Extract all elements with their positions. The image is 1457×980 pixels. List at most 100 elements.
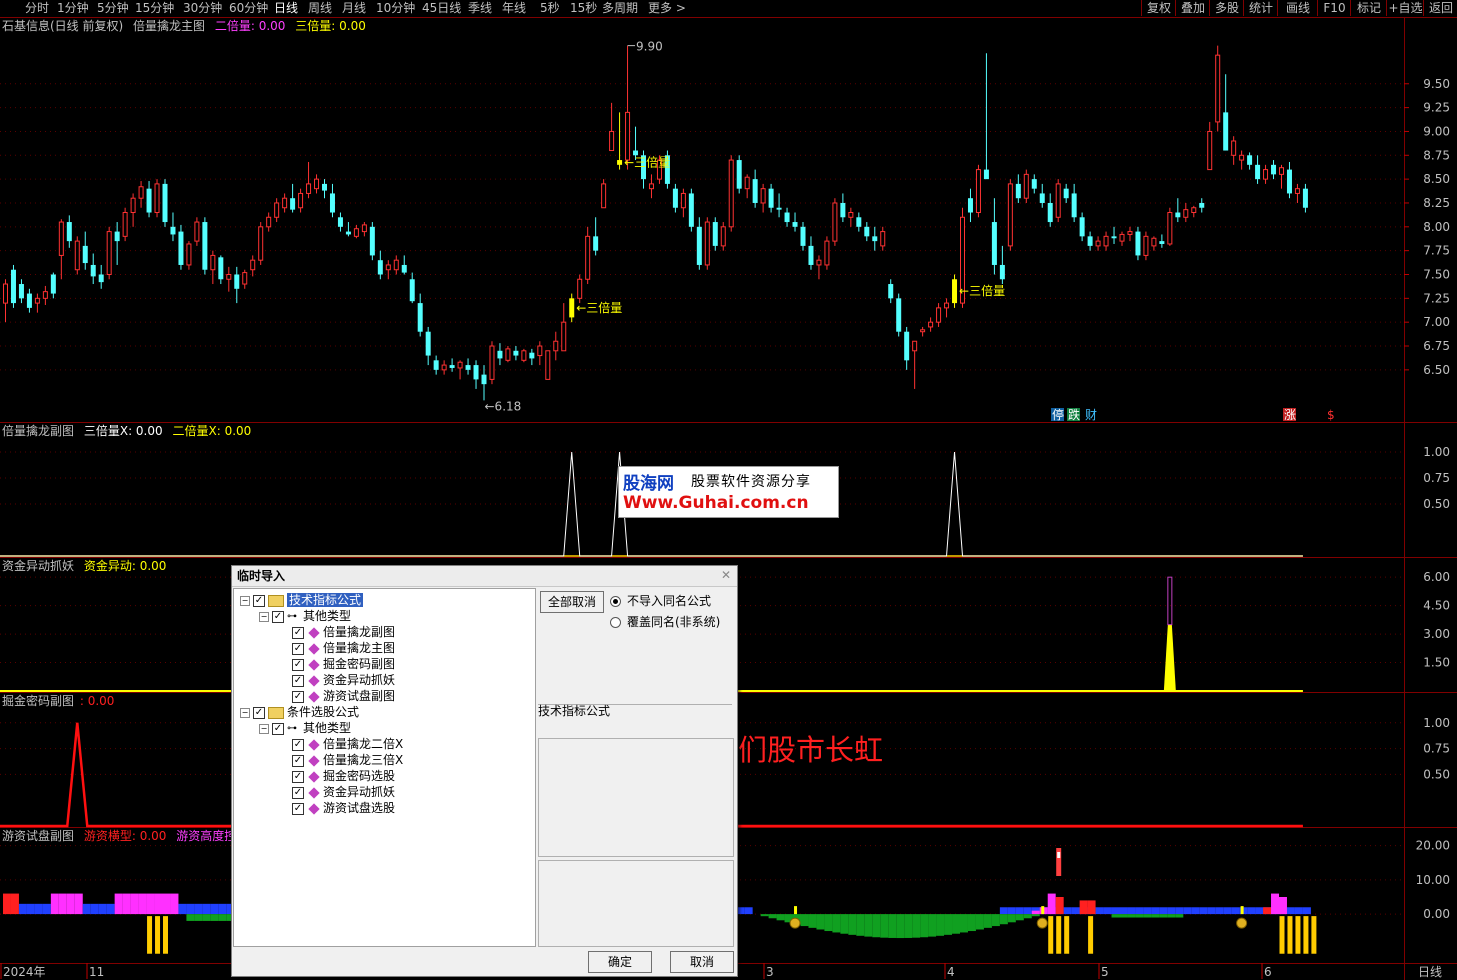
indicator-name[interactable]: 倍量擒龙主图	[133, 19, 205, 33]
period-10[interactable]: 45日线	[422, 0, 461, 16]
checkbox-icon[interactable]: ✓	[292, 738, 304, 751]
tree-node-11[interactable]: ✓ 掘金密码选股	[278, 768, 395, 784]
checkbox-icon[interactable]: ✓	[272, 722, 284, 735]
ok-button[interactable]: 确定	[588, 951, 652, 973]
p5-neg-141	[1127, 914, 1136, 918]
tree-node-3[interactable]: ✓ 倍量擒龙主图	[278, 640, 395, 656]
p5-bar-125	[999, 907, 1008, 915]
tree-node-9[interactable]: ✓ 倍量擒龙二倍X	[278, 736, 403, 752]
collapse-icon[interactable]: −	[259, 611, 269, 622]
formula-icon	[308, 738, 320, 751]
checkbox-icon[interactable]: ✓	[292, 770, 304, 783]
checkbox-icon[interactable]: ✓	[292, 786, 304, 799]
tree-node-10[interactable]: ✓ 倍量擒龙三倍X	[278, 752, 403, 768]
candle-body-6	[50, 274, 56, 294]
p5-bar-161	[1286, 907, 1295, 915]
dialog-titlebar[interactable]: 临时导入 ✕	[232, 566, 737, 587]
period-15[interactable]: 多周期	[602, 0, 638, 16]
checkbox-icon[interactable]: ✓	[292, 674, 304, 687]
candle-body-144	[1151, 237, 1157, 247]
period-8[interactable]: 月线	[342, 0, 366, 16]
toolbar-button-0[interactable]: 复权	[1141, 0, 1176, 16]
p5-name[interactable]: 游资试盘副图	[2, 829, 74, 843]
p5-hot-6	[1263, 907, 1272, 915]
checkbox-icon[interactable]: ✓	[292, 642, 304, 655]
tree-node-4[interactable]: ✓ 掘金密码副图	[278, 656, 395, 672]
toolbar-button-6[interactable]: 标记	[1350, 0, 1387, 16]
toolbar-button-7[interactable]: +自选	[1386, 0, 1424, 16]
tree-node-13[interactable]: ✓ 游资试盘选股	[278, 800, 395, 816]
tree-node-2[interactable]: ✓ 倍量擒龙副图	[278, 624, 395, 640]
tree-node-1[interactable]: − ✓ ⊶ 其他类型	[259, 608, 351, 624]
checkbox-icon[interactable]: ✓	[253, 594, 265, 607]
toolbar-button-4[interactable]: 画线	[1277, 0, 1318, 16]
candle-body-28	[226, 273, 232, 280]
checkbox-icon[interactable]: ✓	[292, 626, 304, 639]
formula-icon	[308, 674, 320, 687]
p5-bar-15	[122, 893, 131, 915]
cancel-all-button[interactable]: 全部取消	[540, 591, 604, 613]
radio-skip-same-name[interactable]: 不导入同名公式	[610, 593, 711, 609]
period-16[interactable]: 更多 >	[648, 0, 686, 16]
p5-gold-5	[1064, 916, 1070, 954]
cancel-button[interactable]: 取消	[670, 951, 734, 973]
p5-neg-121	[967, 914, 976, 932]
collapse-icon[interactable]: −	[259, 723, 269, 734]
candle-body-17	[138, 186, 144, 199]
checkbox-icon[interactable]: ✓	[292, 658, 304, 671]
p3-name[interactable]: 资金异动抓妖	[2, 559, 74, 573]
checkbox-icon[interactable]: ✓	[253, 706, 265, 719]
period-3[interactable]: 15分钟	[135, 0, 174, 16]
collapse-icon[interactable]: −	[240, 707, 250, 718]
tree-node-6[interactable]: ✓ 游资试盘副图	[278, 688, 395, 704]
toolbar-button-8[interactable]: 返回	[1423, 0, 1457, 16]
period-1[interactable]: 1分钟	[57, 0, 89, 16]
collapse-icon[interactable]: −	[240, 595, 250, 606]
p4-name[interactable]: 掘金密码副图	[2, 694, 74, 708]
candle-body-159	[1271, 164, 1277, 175]
period-4[interactable]: 30分钟	[183, 0, 222, 16]
toolbar-button-5[interactable]: F10	[1317, 0, 1351, 16]
candle-body-21	[170, 226, 176, 235]
period-13[interactable]: 5秒	[540, 0, 560, 16]
formula-icon	[308, 626, 320, 639]
candle-body-38	[306, 183, 312, 194]
formula-icon	[308, 754, 320, 767]
close-icon[interactable]: ✕	[719, 568, 733, 582]
period-5[interactable]: 60分钟	[229, 0, 268, 16]
checkbox-icon[interactable]: ✓	[292, 802, 304, 815]
p5-gold-7	[1279, 916, 1285, 954]
p5-bar-1	[10, 893, 19, 915]
ytick-label-10: 7.00	[1423, 315, 1450, 329]
tree-node-12[interactable]: ✓ 资金异动抓妖	[278, 784, 395, 800]
radio-overwrite-same-name[interactable]: 覆盖同名(非系统)	[610, 614, 720, 630]
tree-node-7[interactable]: − ✓ 条件选股公式	[240, 704, 359, 720]
period-12[interactable]: 年线	[502, 0, 526, 16]
candle-body-10	[82, 245, 88, 264]
toolbar-button-3[interactable]: 统计	[1243, 0, 1278, 16]
period-14[interactable]: 15秒	[570, 0, 597, 16]
period-6[interactable]: 日线	[274, 0, 298, 16]
candle-body-40	[322, 183, 327, 191]
candle-body-19	[154, 183, 160, 214]
toolbar-button-2[interactable]: 多股	[1209, 0, 1244, 16]
p5-hot-8	[1279, 897, 1287, 915]
period-2[interactable]: 5分钟	[97, 0, 129, 16]
candle-body-148	[1183, 209, 1189, 218]
tree-node-8[interactable]: − ✓ ⊶ 其他类型	[259, 720, 351, 736]
p5-neg-120	[960, 914, 968, 933]
period-9[interactable]: 10分钟	[376, 0, 415, 16]
checkbox-icon[interactable]: ✓	[272, 610, 284, 623]
candle-body-27	[218, 257, 224, 280]
p5-title: 游资试盘副图 游资横型: 0.00 游资高度控	[2, 828, 242, 844]
toolbar-button-1[interactable]: 叠加	[1175, 0, 1210, 16]
period-7[interactable]: 周线	[308, 0, 332, 16]
checkbox-icon[interactable]: ✓	[292, 754, 304, 767]
checkbox-icon[interactable]: ✓	[292, 690, 304, 703]
period-11[interactable]: 季线	[468, 0, 492, 16]
period-0[interactable]: 分时	[25, 0, 49, 16]
tree-node-0[interactable]: − ✓ 技术指标公式	[240, 592, 364, 608]
p2-name[interactable]: 倍量擒龙副图	[2, 424, 74, 438]
tree-node-5[interactable]: ✓ 资金异动抓妖	[278, 672, 395, 688]
candle-body-102	[816, 259, 822, 266]
